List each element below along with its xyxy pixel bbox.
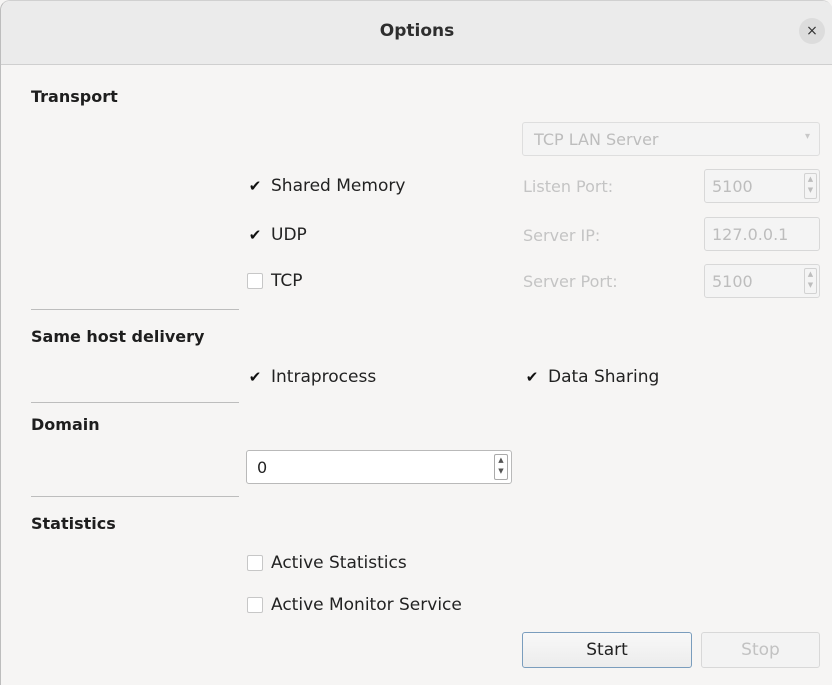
tcp-checkbox[interactable]: TCP (247, 270, 303, 292)
spin-arrows-icon[interactable]: ▲ ▼ (804, 268, 817, 294)
spin-arrows-icon[interactable]: ▲ ▼ (804, 173, 817, 199)
section-same-host: Same host delivery (31, 327, 205, 346)
tcp-mode-select[interactable]: TCP LAN Server ▾ (522, 122, 820, 156)
data-sharing-checkbox[interactable]: ✔ Data Sharing (524, 366, 660, 388)
window-title: Options (379, 21, 455, 41)
server-ip-value: 127.0.0.1 (712, 225, 789, 244)
checkmark-icon: ✔ (248, 177, 262, 195)
options-dialog: Options × Transport TCP LAN Server ▾ ✔ S… (0, 0, 832, 685)
server-port-value: 5100 (712, 272, 753, 291)
separator (31, 402, 239, 403)
checkbox-empty-icon (247, 273, 263, 289)
separator (31, 309, 239, 310)
domain-spinbox[interactable]: 0 ▲ ▼ (246, 450, 512, 484)
shared-memory-checkbox[interactable]: ✔ Shared Memory (247, 175, 406, 197)
separator (31, 496, 239, 497)
checkmark-icon: ✔ (248, 226, 262, 244)
intraprocess-checkbox[interactable]: ✔ Intraprocess (247, 366, 376, 388)
server-port-label: Server Port: (523, 272, 618, 291)
section-transport: Transport (31, 87, 118, 106)
active-monitor-checkbox[interactable]: Active Monitor Service (247, 594, 462, 616)
data-sharing-label: Data Sharing (548, 367, 660, 387)
active-statistics-label: Active Statistics (271, 553, 407, 573)
tcp-label: TCP (271, 271, 303, 291)
shared-memory-label: Shared Memory (271, 176, 406, 196)
server-ip-label: Server IP: (523, 226, 601, 245)
udp-label: UDP (271, 225, 307, 245)
start-button[interactable]: Start (522, 632, 692, 668)
server-ip-field[interactable]: 127.0.0.1 (704, 217, 820, 251)
spin-arrows-icon[interactable]: ▲ ▼ (494, 454, 508, 480)
checkbox-empty-icon (247, 555, 263, 571)
checkmark-icon: ✔ (248, 368, 262, 386)
intraprocess-label: Intraprocess (271, 367, 377, 387)
section-statistics: Statistics (31, 514, 116, 533)
listen-port-label: Listen Port: (523, 177, 614, 196)
checkbox-empty-icon (247, 597, 263, 613)
active-statistics-checkbox[interactable]: Active Statistics (247, 552, 407, 574)
domain-value: 0 (257, 458, 268, 477)
tcp-mode-value: TCP LAN Server (534, 130, 659, 149)
listen-port-value: 5100 (712, 177, 753, 196)
stop-button[interactable]: Stop (701, 632, 820, 668)
listen-port-spinbox[interactable]: 5100 ▲ ▼ (704, 169, 820, 203)
close-icon[interactable]: × (799, 18, 825, 44)
checkmark-icon: ✔ (525, 368, 539, 386)
chevron-down-icon: ▾ (804, 131, 810, 142)
section-domain: Domain (31, 415, 100, 434)
active-monitor-label: Active Monitor Service (271, 595, 462, 615)
udp-checkbox[interactable]: ✔ UDP (247, 224, 307, 246)
server-port-spinbox[interactable]: 5100 ▲ ▼ (704, 264, 820, 298)
title-bar: Options × (1, 1, 832, 65)
